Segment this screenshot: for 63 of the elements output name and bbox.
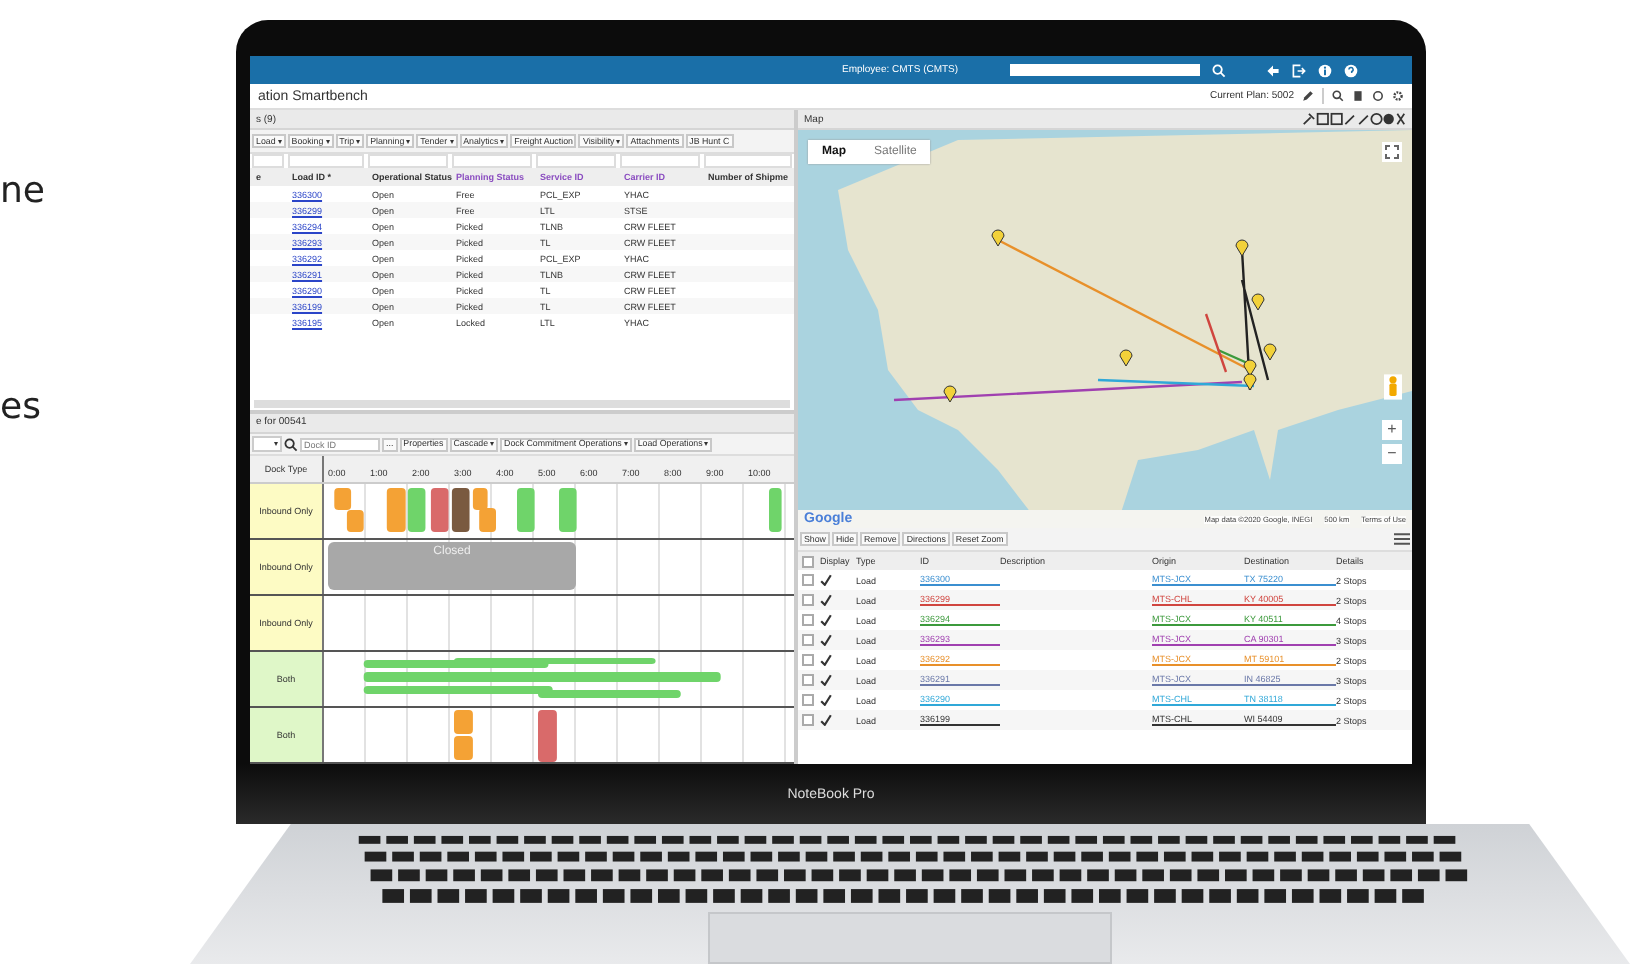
checkmark-icon[interactable] [820, 634, 832, 646]
checkbox[interactable] [802, 574, 814, 586]
map-pin[interactable] [991, 229, 1005, 247]
caret-icon [277, 139, 282, 143]
filter-field[interactable] [536, 154, 616, 168]
zoom-out-button[interactable]: − [1382, 444, 1402, 464]
panel-tools-icon[interactable] [1302, 112, 1406, 126]
circle-icon[interactable] [1372, 90, 1384, 102]
checkmark-icon[interactable] [820, 594, 832, 606]
caret-icon [406, 139, 411, 143]
heading-fragment: ne [0, 172, 45, 212]
checkmark-icon[interactable] [820, 674, 832, 686]
dropdown-field[interactable] [252, 436, 282, 452]
caret-icon [449, 139, 454, 143]
checkbox[interactable] [802, 555, 814, 567]
caret-icon [704, 442, 709, 446]
zoom-in-button[interactable]: + [1382, 420, 1402, 440]
filter-field[interactable] [452, 154, 532, 168]
map-pin[interactable] [1243, 373, 1257, 391]
back-arrow-icon[interactable] [1266, 63, 1281, 77]
pencil-icon[interactable] [1302, 90, 1314, 102]
checkmark-icon[interactable] [820, 694, 832, 706]
menu-icon[interactable] [1394, 532, 1410, 546]
map-pin[interactable] [943, 385, 957, 403]
caret-icon [274, 442, 278, 446]
search-icon[interactable] [284, 437, 298, 451]
checkmark-icon[interactable] [820, 714, 832, 726]
document-icon[interactable] [1352, 90, 1364, 102]
checkbox[interactable] [802, 594, 814, 606]
filter-field[interactable] [620, 154, 700, 168]
scrollbar[interactable] [254, 400, 790, 408]
fullscreen-icon[interactable] [1382, 142, 1402, 162]
caret-icon [325, 139, 330, 143]
checkmark-icon[interactable] [820, 654, 832, 666]
checkbox[interactable] [802, 674, 814, 686]
checkbox[interactable] [802, 614, 814, 626]
checkmark-icon[interactable] [820, 614, 832, 626]
map-pin[interactable] [1263, 343, 1277, 361]
map-pin[interactable] [1251, 293, 1265, 311]
help-icon[interactable] [1344, 63, 1359, 77]
filter-field[interactable] [704, 154, 792, 168]
filter-field[interactable] [368, 154, 448, 168]
checkmark-icon[interactable] [820, 574, 832, 586]
caret-icon [500, 139, 505, 143]
search-icon[interactable] [1212, 63, 1227, 77]
info-icon[interactable] [1318, 63, 1333, 77]
checkbox[interactable] [802, 694, 814, 706]
caret-icon [623, 442, 628, 446]
map-pin[interactable] [1235, 239, 1249, 257]
map-pin[interactable] [1243, 359, 1257, 377]
filter-field[interactable] [288, 154, 364, 168]
checkbox[interactable] [802, 654, 814, 666]
exit-icon[interactable] [1292, 63, 1307, 77]
checkbox[interactable] [802, 634, 814, 646]
checkbox[interactable] [802, 714, 814, 726]
search-icon[interactable] [1332, 90, 1344, 102]
caret-icon [356, 139, 361, 143]
caret-icon [616, 139, 621, 143]
map-pin[interactable] [1119, 349, 1133, 367]
filter-field[interactable] [252, 154, 284, 168]
heading-fragment: es [0, 388, 41, 428]
search-field[interactable] [1010, 64, 1201, 76]
caret-icon [490, 442, 495, 446]
